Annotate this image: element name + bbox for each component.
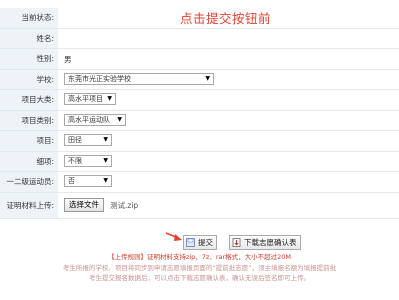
name-value — [62, 29, 399, 49]
type-select[interactable]: 高水平运动队 ▼ — [64, 113, 126, 126]
project-select[interactable]: 田径 ▼ — [64, 134, 112, 146]
row-athlete-level: 一二级运动员: 否 ▼ — [0, 172, 399, 193]
row-project: 项目: 田径 ▼ — [0, 131, 399, 152]
label-project: 项目: — [0, 131, 58, 151]
note-sync-info: 考生所报的学校、项目将同步到申请志愿填报页面的“提前批志愿”，须主填报名额为填报… — [62, 263, 337, 272]
chevron-down-icon: ▼ — [117, 115, 122, 123]
download-confirmation-button[interactable]: 下载志愿确认表 — [229, 235, 301, 250]
school-select[interactable]: 东莞市光正实验学校 ▼ — [64, 72, 214, 85]
chevron-down-icon: ▼ — [205, 74, 210, 82]
label-athlete-level: 一二级运动员: — [0, 172, 58, 192]
annotation-arrow-icon — [165, 232, 182, 241]
choose-file-button[interactable]: 选择文件 — [64, 197, 104, 212]
download-icon — [232, 238, 241, 247]
row-category: 项目大类: 高水平项目 ▼ — [0, 90, 399, 111]
chevron-down-icon: ▼ — [107, 95, 112, 102]
row-type: 项目类别: 高水平运动队 ▼ — [0, 110, 399, 131]
row-gender: 性别: 男 — [0, 49, 399, 70]
gender-value: 男 — [64, 55, 72, 64]
upload-notes: 【上传规则】证明材料支持zip、7z、rar格式，大小不超过20M 考生所报的学… — [0, 252, 399, 284]
row-upload: 证明材料上传: 选择文件 测试.zip — [0, 192, 399, 219]
submit-button[interactable]: 提交 — [183, 235, 217, 250]
label-upload: 证明材料上传: — [0, 192, 58, 218]
action-bar: 提交 下载志愿确认表 — [0, 232, 399, 251]
category-select[interactable]: 高水平项目 ▼ — [64, 93, 116, 105]
label-subitem: 细项: — [0, 151, 58, 171]
subitem-select[interactable]: 不限 ▼ — [64, 154, 112, 167]
label-category: 项目大类: — [0, 90, 58, 110]
note-download-info: 考生提交报名数据后，可以点击下载志愿确认表，确认无误后签名即可上传。 — [89, 274, 310, 282]
submit-icon — [186, 238, 195, 247]
label-type: 项目类别: — [0, 110, 58, 130]
row-school: 学校: 东莞市光正实验学校 ▼ — [0, 69, 399, 90]
selected-file-name: 测试.zip — [110, 201, 139, 210]
label-status: 当前状态: — [0, 8, 58, 28]
chevron-down-icon: ▼ — [103, 156, 108, 164]
row-subitem: 细项: 不限 ▼ — [0, 151, 399, 172]
label-school: 学校: — [0, 69, 58, 89]
chevron-down-icon: ▼ — [103, 177, 108, 184]
status-value — [62, 8, 399, 28]
label-name: 姓名: — [0, 28, 58, 48]
chevron-down-icon: ▼ — [103, 136, 108, 143]
row-status: 当前状态: — [0, 8, 399, 29]
label-gender: 性别: — [0, 49, 58, 69]
note-upload-rule: 【上传规则】证明材料支持zip、7z、rar格式，大小不超过20M — [107, 253, 292, 261]
athlete-level-select[interactable]: 否 ▼ — [64, 175, 112, 187]
registration-form: 当前状态: 姓名: 性别: 男 学校: 东莞市光正实验学校 ▼ 项目大类: 高水平… — [0, 8, 399, 219]
row-name: 姓名: — [0, 28, 399, 49]
